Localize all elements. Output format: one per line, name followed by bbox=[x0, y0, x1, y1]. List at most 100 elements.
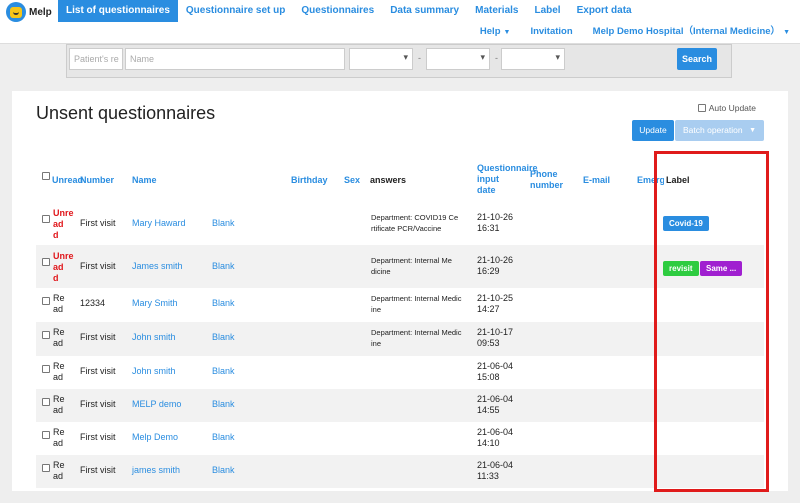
status-line: ad bbox=[53, 338, 64, 348]
sub-nav: Help ▼ Invitation Melp Demo Hospital（Inte… bbox=[470, 22, 800, 42]
row-patient-name[interactable]: james smith bbox=[132, 465, 180, 476]
row-date: 21-10-26 16:31 bbox=[477, 212, 513, 234]
header-number[interactable]: Number bbox=[80, 175, 114, 186]
header-phone-line-1: Phone bbox=[530, 169, 558, 179]
row-date: 21-06-04 14:55 bbox=[477, 394, 513, 416]
row-patient-name[interactable]: Mary Smith bbox=[132, 298, 178, 309]
nav-questionnaire-set-up[interactable]: Questionnaire set up bbox=[178, 0, 293, 22]
row-blank-link[interactable]: Blank bbox=[212, 218, 235, 229]
help-label: Help bbox=[479, 26, 501, 37]
row-checkbox[interactable] bbox=[42, 258, 50, 266]
header-phone-line-2: number bbox=[530, 180, 564, 190]
status-line: ad bbox=[53, 438, 64, 448]
batch-operation-button[interactable]: Batch operation ▼ bbox=[675, 120, 764, 141]
app-name: Melp bbox=[29, 6, 52, 18]
status-line: ad bbox=[53, 405, 64, 415]
header-answers: answers bbox=[370, 175, 407, 185]
nav-export-data[interactable]: Export data bbox=[569, 0, 640, 22]
status-line: d bbox=[53, 230, 59, 240]
status-line: ad bbox=[53, 471, 64, 481]
nav-label[interactable]: Label bbox=[526, 0, 568, 22]
invitation-link[interactable]: Invitation bbox=[520, 22, 582, 42]
row-checkbox[interactable] bbox=[42, 331, 50, 339]
row-checkbox[interactable] bbox=[42, 365, 50, 373]
header-input-date[interactable]: Questionnaire input date bbox=[477, 163, 538, 196]
answers-line: Department: Internal Medic bbox=[371, 294, 462, 303]
row-checkbox[interactable] bbox=[42, 431, 50, 439]
select-all-checkbox[interactable] bbox=[42, 172, 50, 180]
date-line: 21-10-25 bbox=[477, 293, 514, 303]
header-sex[interactable]: Sex bbox=[344, 175, 360, 186]
row-number: First visit bbox=[80, 399, 116, 409]
name-input[interactable]: Name bbox=[125, 48, 345, 70]
auto-update-checkbox[interactable] bbox=[697, 104, 706, 112]
row-number: First visit bbox=[80, 432, 116, 442]
row-checkbox[interactable] bbox=[42, 398, 50, 406]
row-blank-link[interactable]: Blank bbox=[212, 332, 235, 343]
search-button[interactable]: Search bbox=[677, 48, 717, 70]
row-patient-name[interactable]: Mary Haward bbox=[132, 218, 186, 229]
row-answers: Department: Internal Medic ine bbox=[371, 327, 461, 349]
row-checkbox[interactable] bbox=[42, 215, 50, 223]
row-blank-link[interactable]: Blank bbox=[212, 366, 235, 377]
nav-list-of-questionnaires[interactable]: List of questionnaires bbox=[58, 0, 178, 22]
date-line: 21-10-26 bbox=[477, 255, 514, 265]
date-line: 21-06-04 bbox=[477, 460, 514, 470]
nav-data-summary[interactable]: Data summary bbox=[382, 0, 467, 22]
patient-number-input[interactable]: Patient's re bbox=[69, 48, 123, 70]
status-line: Unre bbox=[53, 251, 74, 261]
update-button[interactable]: Update bbox=[632, 120, 674, 141]
row-blank-link[interactable]: Blank bbox=[212, 399, 235, 410]
row-date: 21-10-26 16:29 bbox=[477, 255, 513, 277]
header-birthday[interactable]: Birthday bbox=[291, 175, 328, 186]
header-email[interactable]: E-mail bbox=[583, 175, 610, 186]
status-line: d bbox=[53, 273, 59, 283]
answers-line: Department: Internal Me bbox=[371, 256, 452, 265]
header-input-date-line-1: Questionnaire bbox=[477, 163, 538, 173]
date-line: 14:27 bbox=[477, 304, 500, 314]
row-patient-name[interactable]: James smith bbox=[132, 261, 183, 272]
select-date-to[interactable] bbox=[501, 48, 565, 70]
row-checkbox[interactable] bbox=[42, 297, 50, 305]
row-blank-link[interactable]: Blank bbox=[212, 465, 235, 476]
status-line: Re bbox=[53, 293, 65, 303]
row-date: 21-10-25 14:27 bbox=[477, 293, 513, 315]
select-filter-1[interactable] bbox=[349, 48, 413, 70]
row-date: 21-06-04 14:10 bbox=[477, 427, 513, 449]
header-unread[interactable]: Unread bbox=[52, 175, 83, 186]
label-column-highlight bbox=[654, 151, 769, 492]
select-date-from[interactable] bbox=[426, 48, 490, 70]
melp-logo-icon bbox=[6, 2, 26, 22]
search-bar: Patient's re Name - - Search bbox=[66, 44, 732, 78]
help-menu[interactable]: Help ▼ bbox=[470, 22, 521, 42]
header-name[interactable]: Name bbox=[132, 175, 157, 186]
hospital-menu[interactable]: Melp Demo Hospital（Internal Medicine） ▼ bbox=[583, 22, 800, 42]
auto-update-toggle[interactable]: Auto Update bbox=[697, 103, 756, 113]
row-patient-name[interactable]: John smith bbox=[132, 366, 176, 377]
header-phone-number[interactable]: Phone number bbox=[530, 169, 563, 191]
row-number: First visit bbox=[80, 261, 116, 271]
date-line: 21-06-04 bbox=[477, 361, 514, 371]
date-line: 14:10 bbox=[477, 438, 500, 448]
row-blank-link[interactable]: Blank bbox=[212, 432, 235, 443]
row-blank-link[interactable]: Blank bbox=[212, 298, 235, 309]
row-status: Re ad bbox=[53, 293, 65, 315]
range-dash: - bbox=[418, 53, 421, 63]
row-blank-link[interactable]: Blank bbox=[212, 261, 235, 272]
row-patient-name[interactable]: Melp Demo bbox=[132, 432, 178, 443]
status-line: Re bbox=[53, 460, 65, 470]
date-line: 21-06-04 bbox=[477, 427, 514, 437]
row-checkbox[interactable] bbox=[42, 464, 50, 472]
row-patient-name[interactable]: MELP demo bbox=[132, 399, 181, 410]
status-line: Re bbox=[53, 361, 65, 371]
header-input-date-line-2: input bbox=[477, 174, 499, 184]
answers-line: rtificate PCR/Vaccine bbox=[371, 224, 442, 233]
nav-materials[interactable]: Materials bbox=[467, 0, 526, 22]
row-status: Unre ad d bbox=[53, 208, 74, 241]
row-patient-name[interactable]: John smith bbox=[132, 332, 176, 343]
row-date: 21-06-04 15:08 bbox=[477, 361, 513, 383]
nav-questionnaires[interactable]: Questionnaires bbox=[293, 0, 382, 22]
row-number: 12334 bbox=[80, 298, 106, 308]
logo[interactable]: Melp bbox=[6, 2, 52, 22]
hospital-label: Melp Demo Hospital（Internal Medicine） bbox=[592, 26, 781, 37]
